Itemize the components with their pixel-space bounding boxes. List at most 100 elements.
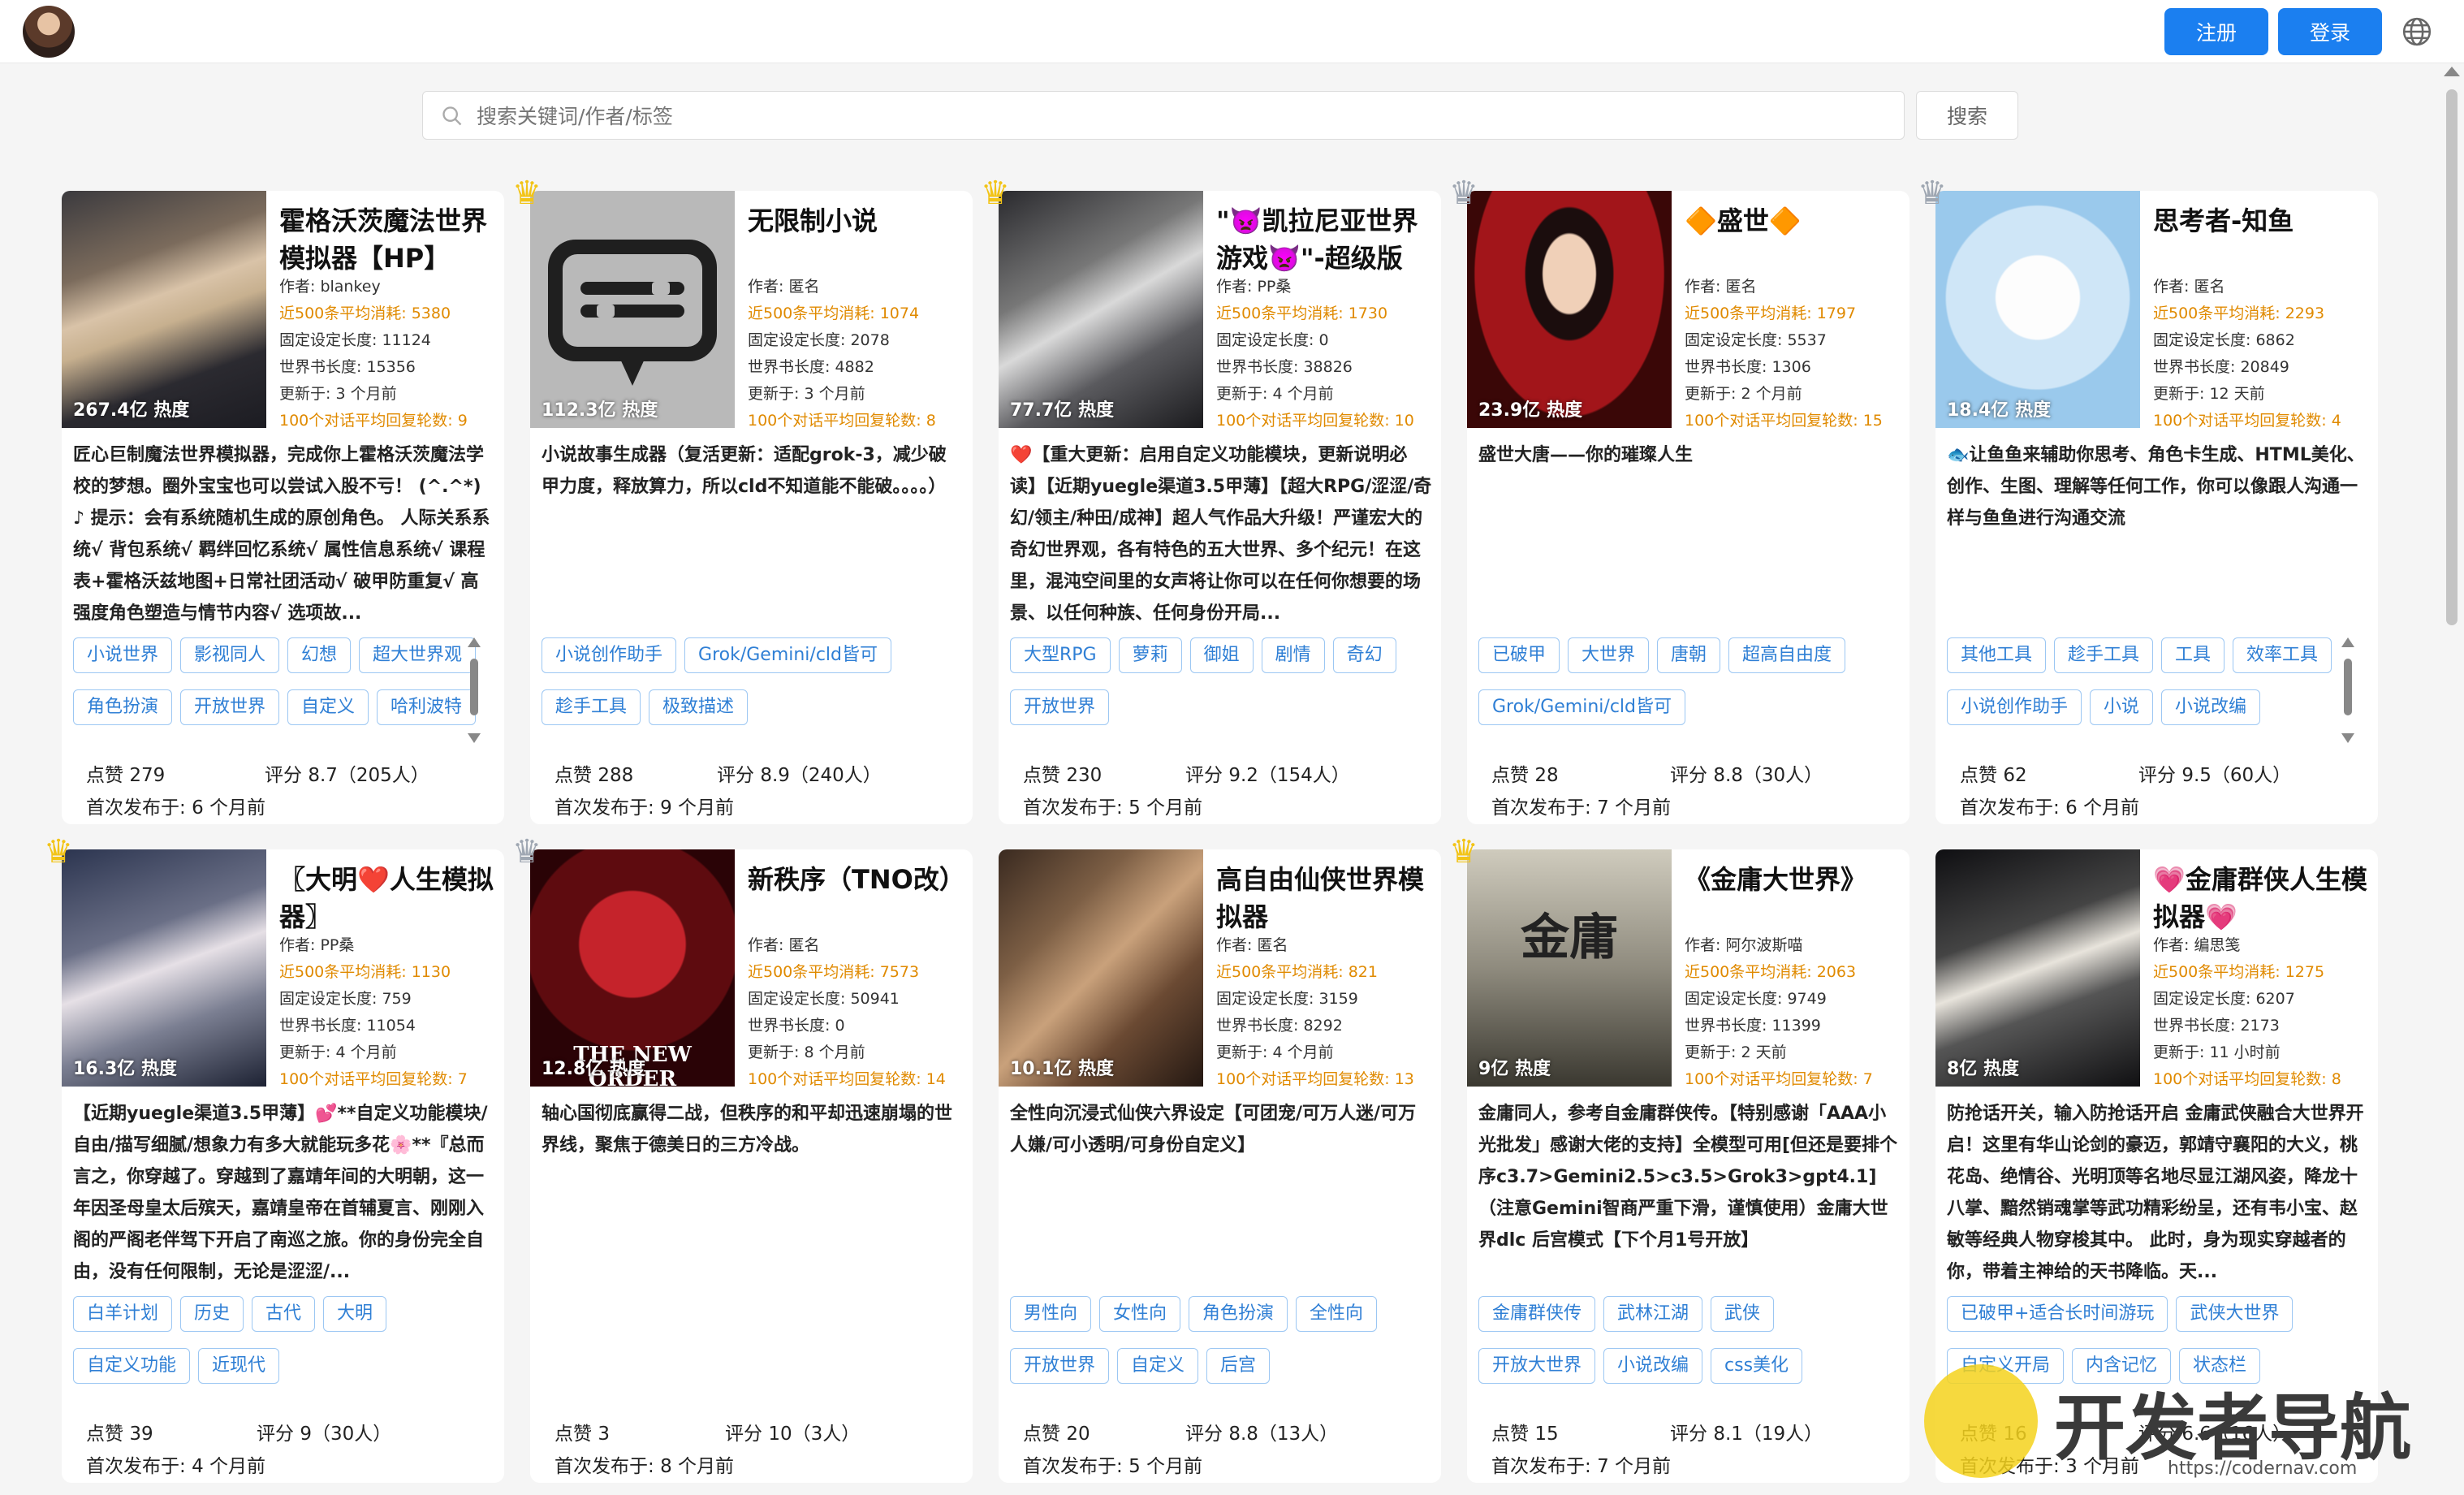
- rating-value: 8.9（240人）: [760, 765, 882, 786]
- tag[interactable]: 唐朝: [1657, 637, 1721, 673]
- tag[interactable]: 小说改编: [1603, 1348, 1703, 1384]
- card-title[interactable]: 无限制小说: [748, 202, 967, 240]
- tag[interactable]: Grok/Gemini/cld皆可: [684, 637, 892, 673]
- card-cover-image[interactable]: 112.3亿 热度: [530, 191, 735, 428]
- tag[interactable]: 幻想: [287, 637, 352, 673]
- tag[interactable]: 武林江湖: [1603, 1296, 1703, 1332]
- card-cover-image[interactable]: 77.7亿 热度: [999, 191, 1203, 428]
- tag[interactable]: 男性向: [1010, 1296, 1092, 1332]
- tag-scroll-down-arrow[interactable]: [468, 733, 481, 743]
- tag[interactable]: 超高自由度: [1728, 637, 1846, 673]
- tag[interactable]: 小说创作助手: [1947, 689, 2082, 725]
- tag[interactable]: 奇幻: [1332, 637, 1396, 673]
- tag[interactable]: 超大世界观: [359, 637, 477, 673]
- globe-icon[interactable]: [2401, 16, 2432, 47]
- tag[interactable]: css美化: [1711, 1348, 1803, 1384]
- tag-scrollbar[interactable]: [468, 637, 481, 743]
- card-cover-image[interactable]: 10.1亿 热度: [999, 849, 1203, 1087]
- tag[interactable]: 武侠大世界: [2176, 1296, 2294, 1332]
- card-title[interactable]: 〖大明❤️人生模拟器〗: [279, 861, 498, 935]
- tag[interactable]: 自定义功能: [73, 1348, 191, 1384]
- tag[interactable]: 近现代: [198, 1348, 280, 1384]
- tag[interactable]: 小说改编: [2161, 689, 2261, 725]
- tag[interactable]: 小说世界: [73, 637, 173, 673]
- tag[interactable]: 后宫: [1206, 1348, 1271, 1384]
- tag-scroll-down-arrow[interactable]: [2341, 733, 2354, 743]
- tag[interactable]: 大明: [323, 1296, 387, 1332]
- page-scrollbar[interactable]: [2442, 65, 2462, 1494]
- tag[interactable]: 已破甲+适合长时间游玩: [1947, 1296, 2168, 1332]
- tag[interactable]: 效率工具: [2233, 637, 2332, 673]
- tag[interactable]: 萝莉: [1118, 637, 1182, 673]
- card-title[interactable]: 新秩序（TNO改）: [748, 861, 967, 898]
- content-card[interactable]: THE NEW ORDER 12.8亿 热度 ♛ 新秩序（TNO改） 作者: 匿名 近50…: [512, 833, 973, 1483]
- tag[interactable]: 金庸群侠传: [1478, 1296, 1596, 1332]
- card-cover-image[interactable]: 金庸 9亿 热度: [1467, 849, 1672, 1087]
- tag[interactable]: 自定义: [1117, 1348, 1199, 1384]
- meta-worldbook-length-value: 0: [835, 1017, 845, 1035]
- tag[interactable]: 工具: [2161, 637, 2225, 673]
- content-card[interactable]: 23.9亿 热度 ♛ 🔶盛世🔶 作者: 匿名 近500条平均消耗: 1797 固定设定长度…: [1449, 175, 1909, 824]
- tag[interactable]: 开放世界: [1010, 1348, 1110, 1384]
- tag[interactable]: 开放世界: [1010, 689, 1110, 725]
- tag[interactable]: 影视同人: [180, 637, 280, 673]
- tag[interactable]: 历史: [180, 1296, 244, 1332]
- card-cover-image[interactable]: 23.9亿 热度: [1467, 191, 1672, 428]
- scroll-up-arrow[interactable]: [2444, 67, 2460, 76]
- tag[interactable]: 已破甲: [1478, 637, 1560, 673]
- content-card[interactable]: 77.7亿 热度 ♛ "👿凯拉尼亚世界游戏👿"-超级版 作者: PP桑 近500条平均消…: [981, 175, 1441, 824]
- tag[interactable]: 剧情: [1261, 637, 1325, 673]
- tag[interactable]: 武侠: [1711, 1296, 1775, 1332]
- tag[interactable]: 大世界: [1568, 637, 1650, 673]
- tag[interactable]: 极致描述: [649, 689, 749, 725]
- card-cover-image[interactable]: 267.4亿 热度: [62, 191, 266, 428]
- content-card[interactable]: 112.3亿 热度 ♛ 无限制小说 作者: 匿名 近500条平均消耗: 1074 固定设定…: [512, 175, 973, 824]
- tag[interactable]: 大型RPG: [1010, 637, 1111, 673]
- likes-label: 点赞: [1023, 765, 1067, 786]
- card-title[interactable]: "👿凯拉尼亚世界游戏👿"-超级版: [1216, 202, 1435, 277]
- card-cover-image[interactable]: 16.3亿 热度: [62, 849, 266, 1087]
- tag[interactable]: 御姐: [1189, 637, 1254, 673]
- tag[interactable]: 趁手工具: [542, 689, 641, 725]
- content-card[interactable]: 10.1亿 热度 高自由仙侠世界模拟器 作者: 匿名 近500条平均消耗: 821 固定…: [999, 849, 1441, 1483]
- card-cover-image[interactable]: 18.4亿 热度: [1935, 191, 2140, 428]
- tag[interactable]: 小说: [2090, 689, 2154, 725]
- tag[interactable]: 白羊计划: [73, 1296, 173, 1332]
- search-input[interactable]: [477, 100, 1857, 132]
- login-button[interactable]: 登录: [2278, 8, 2382, 55]
- tag[interactable]: 角色扮演: [1189, 1296, 1288, 1332]
- tag[interactable]: 小说创作助手: [542, 637, 677, 673]
- tag[interactable]: 女性向: [1099, 1296, 1181, 1332]
- content-card[interactable]: 267.4亿 热度 霍格沃茨魔法世界模拟器【HP】[自...作者: blankey…: [62, 191, 504, 824]
- scrollbar-thumb[interactable]: [2446, 89, 2458, 625]
- card-title[interactable]: 高自由仙侠世界模拟器: [1216, 861, 1435, 935]
- tag[interactable]: 趁手工具: [2054, 637, 2154, 673]
- tag[interactable]: 全性向: [1296, 1296, 1378, 1332]
- tag[interactable]: 其他工具: [1947, 637, 2047, 673]
- card-title[interactable]: 💗金庸群侠人生模拟器💗: [2153, 861, 2372, 935]
- site-logo-avatar[interactable]: [23, 6, 75, 58]
- card-cover-image[interactable]: 8亿 热度: [1935, 849, 2140, 1087]
- tag[interactable]: Grok/Gemini/cld皆可: [1478, 689, 1685, 725]
- tag[interactable]: 角色扮演: [73, 689, 173, 725]
- register-button[interactable]: 注册: [2164, 8, 2268, 55]
- tag-scroll-up-arrow[interactable]: [2341, 637, 2354, 647]
- card-cover-image[interactable]: THE NEW ORDER 12.8亿 热度: [530, 849, 735, 1087]
- search-button[interactable]: 搜索: [1916, 91, 2018, 140]
- card-title[interactable]: 思考者-知鱼: [2153, 202, 2372, 240]
- tag-scroll-thumb[interactable]: [2344, 659, 2352, 715]
- tag-scrollbar[interactable]: [2341, 637, 2354, 743]
- content-card[interactable]: 18.4亿 热度 ♛ 思考者-知鱼 作者: 匿名 近500条平均消耗: 2293 固定设定…: [1918, 175, 2378, 824]
- tag[interactable]: 开放世界: [180, 689, 280, 725]
- card-title[interactable]: 霍格沃茨魔法世界模拟器【HP】[自...: [279, 202, 498, 277]
- tag[interactable]: 开放大世界: [1478, 1348, 1596, 1384]
- tag[interactable]: 古代: [252, 1296, 316, 1332]
- tag-scroll-up-arrow[interactable]: [468, 637, 481, 647]
- tag[interactable]: 哈利波特: [377, 689, 477, 725]
- tag[interactable]: 自定义: [287, 689, 369, 725]
- content-card[interactable]: 金庸 9亿 热度 ♛ 《金庸大世界》 作者: 阿尔波斯喵 近500条平均消耗: 2063 固…: [1449, 833, 1909, 1483]
- card-title[interactable]: 🔶盛世🔶: [1685, 202, 1904, 240]
- tag-scroll-thumb[interactable]: [470, 659, 478, 715]
- content-card[interactable]: 16.3亿 热度 ♛ 〖大明❤️人生模拟器〗 作者: PP桑 近500条平均消耗: 11…: [44, 833, 504, 1483]
- card-title[interactable]: 《金庸大世界》: [1685, 861, 1904, 898]
